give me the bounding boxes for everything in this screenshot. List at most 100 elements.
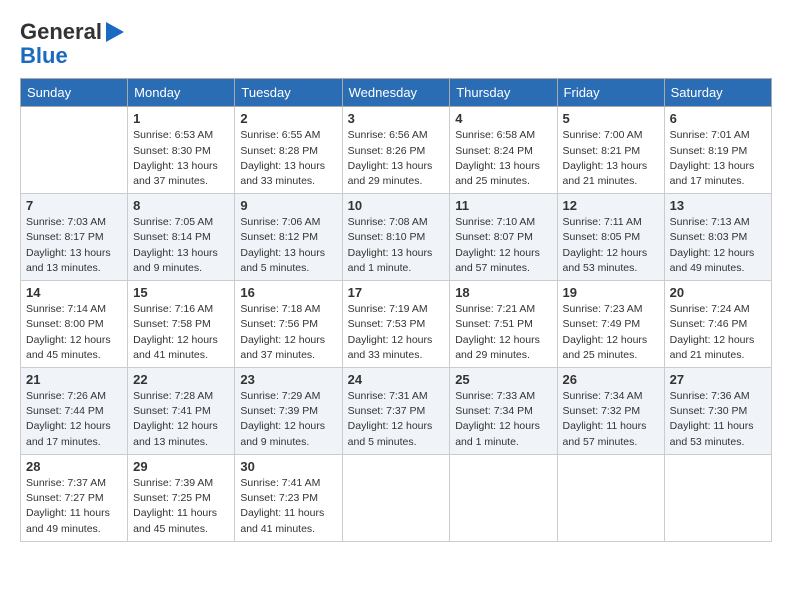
calendar-cell: 29 Sunrise: 7:39 AM Sunset: 7:25 PM Dayli…: [128, 454, 235, 541]
day-info: Sunrise: 7:00 AM Sunset: 8:21 PM Dayligh…: [563, 128, 659, 189]
calendar-cell: 30 Sunrise: 7:41 AM Sunset: 7:23 PM Dayli…: [235, 454, 342, 541]
calendar-cell: 9 Sunrise: 7:06 AM Sunset: 8:12 PM Daylig…: [235, 194, 342, 281]
calendar-cell: 21 Sunrise: 7:26 AM Sunset: 7:44 PM Dayli…: [21, 368, 128, 455]
day-info: Sunrise: 7:28 AM Sunset: 7:41 PM Dayligh…: [133, 389, 229, 450]
day-info: Sunrise: 7:39 AM Sunset: 7:25 PM Dayligh…: [133, 476, 229, 537]
calendar-cell: 14Sunrise: 7:14 AM Sunset: 8:00 PM Dayli…: [21, 281, 128, 368]
calendar-cell: 19 Sunrise: 7:23 AM Sunset: 7:49 PM Dayli…: [557, 281, 664, 368]
day-number: 2: [240, 111, 336, 126]
day-number: 9: [240, 198, 336, 213]
calendar-cell: 15Sunrise: 7:16 AM Sunset: 7:58 PM Dayli…: [128, 281, 235, 368]
logo-blue: Blue: [20, 44, 68, 68]
day-number: 5: [563, 111, 659, 126]
calendar-cell: 7 Sunrise: 7:03 AM Sunset: 8:17 PM Daylig…: [21, 194, 128, 281]
day-number: 30: [240, 459, 336, 474]
calendar-cell: 13Sunrise: 7:13 AM Sunset: 8:03 PM Dayli…: [664, 194, 771, 281]
day-number: 16: [240, 285, 336, 300]
calendar-cell: 6 Sunrise: 7:01 AM Sunset: 8:19 PM Daylig…: [664, 107, 771, 194]
calendar-header-friday: Friday: [557, 79, 664, 107]
calendar-header-saturday: Saturday: [664, 79, 771, 107]
day-number: 12: [563, 198, 659, 213]
day-number: 8: [133, 198, 229, 213]
calendar-header-thursday: Thursday: [450, 79, 557, 107]
calendar-cell: 20 Sunrise: 7:24 AM Sunset: 7:46 PM Dayli…: [664, 281, 771, 368]
calendar-header-monday: Monday: [128, 79, 235, 107]
page-header: General Blue: [20, 20, 772, 68]
day-number: 7: [26, 198, 122, 213]
day-info: Sunrise: 7:36 AM Sunset: 7:30 PM Dayligh…: [670, 389, 766, 450]
calendar-cell: [664, 454, 771, 541]
calendar-header-row: SundayMondayTuesdayWednesdayThursdayFrid…: [21, 79, 772, 107]
calendar-cell: 4 Sunrise: 6:58 AM Sunset: 8:24 PM Daylig…: [450, 107, 557, 194]
calendar-cell: [21, 107, 128, 194]
day-info: Sunrise: 7:03 AM Sunset: 8:17 PM Dayligh…: [26, 215, 122, 276]
day-number: 24: [348, 372, 445, 387]
logo: General Blue: [20, 20, 124, 68]
calendar-cell: 2 Sunrise: 6:55 AM Sunset: 8:28 PM Daylig…: [235, 107, 342, 194]
day-number: 10: [348, 198, 445, 213]
calendar-cell: [342, 454, 450, 541]
day-number: 19: [563, 285, 659, 300]
day-number: 4: [455, 111, 551, 126]
day-info: Sunrise: 7:01 AM Sunset: 8:19 PM Dayligh…: [670, 128, 766, 189]
logo-general: General: [20, 20, 102, 44]
calendar-cell: 11 Sunrise: 7:10 AM Sunset: 8:07 PM Dayli…: [450, 194, 557, 281]
calendar-table: SundayMondayTuesdayWednesdayThursdayFrid…: [20, 78, 772, 541]
day-number: 23: [240, 372, 336, 387]
day-info: Sunrise: 7:21 AM Sunset: 7:51 PM Dayligh…: [455, 302, 551, 363]
day-info: Sunrise: 7:05 AM Sunset: 8:14 PM Dayligh…: [133, 215, 229, 276]
calendar-week-row: 7 Sunrise: 7:03 AM Sunset: 8:17 PM Daylig…: [21, 194, 772, 281]
calendar-cell: 27 Sunrise: 7:36 AM Sunset: 7:30 PM Dayli…: [664, 368, 771, 455]
calendar-cell: 17 Sunrise: 7:19 AM Sunset: 7:53 PM Dayli…: [342, 281, 450, 368]
day-info: Sunrise: 6:55 AM Sunset: 8:28 PM Dayligh…: [240, 128, 336, 189]
day-info: Sunrise: 7:29 AM Sunset: 7:39 PM Dayligh…: [240, 389, 336, 450]
calendar-cell: 28 Sunrise: 7:37 AM Sunset: 7:27 PM Dayli…: [21, 454, 128, 541]
calendar-week-row: 14Sunrise: 7:14 AM Sunset: 8:00 PM Dayli…: [21, 281, 772, 368]
day-number: 11: [455, 198, 551, 213]
day-info: Sunrise: 7:23 AM Sunset: 7:49 PM Dayligh…: [563, 302, 659, 363]
day-info: Sunrise: 7:08 AM Sunset: 8:10 PM Dayligh…: [348, 215, 445, 276]
calendar-cell: 26Sunrise: 7:34 AM Sunset: 7:32 PM Dayli…: [557, 368, 664, 455]
day-info: Sunrise: 7:16 AM Sunset: 7:58 PM Dayligh…: [133, 302, 229, 363]
day-info: Sunrise: 6:53 AM Sunset: 8:30 PM Dayligh…: [133, 128, 229, 189]
day-info: Sunrise: 7:33 AM Sunset: 7:34 PM Dayligh…: [455, 389, 551, 450]
calendar-week-row: 1 Sunrise: 6:53 AM Sunset: 8:30 PM Daylig…: [21, 107, 772, 194]
calendar-cell: 1 Sunrise: 6:53 AM Sunset: 8:30 PM Daylig…: [128, 107, 235, 194]
day-number: 13: [670, 198, 766, 213]
calendar-cell: 5 Sunrise: 7:00 AM Sunset: 8:21 PM Daylig…: [557, 107, 664, 194]
day-info: Sunrise: 7:14 AM Sunset: 8:00 PM Dayligh…: [26, 302, 122, 363]
day-number: 29: [133, 459, 229, 474]
day-number: 20: [670, 285, 766, 300]
day-number: 17: [348, 285, 445, 300]
calendar-header-tuesday: Tuesday: [235, 79, 342, 107]
day-info: Sunrise: 7:24 AM Sunset: 7:46 PM Dayligh…: [670, 302, 766, 363]
day-info: Sunrise: 7:26 AM Sunset: 7:44 PM Dayligh…: [26, 389, 122, 450]
day-number: 28: [26, 459, 122, 474]
calendar-cell: 22 Sunrise: 7:28 AM Sunset: 7:41 PM Dayli…: [128, 368, 235, 455]
day-info: Sunrise: 7:41 AM Sunset: 7:23 PM Dayligh…: [240, 476, 336, 537]
day-info: Sunrise: 6:56 AM Sunset: 8:26 PM Dayligh…: [348, 128, 445, 189]
calendar-cell: [450, 454, 557, 541]
calendar-week-row: 21 Sunrise: 7:26 AM Sunset: 7:44 PM Dayli…: [21, 368, 772, 455]
calendar-cell: 18 Sunrise: 7:21 AM Sunset: 7:51 PM Dayli…: [450, 281, 557, 368]
day-number: 22: [133, 372, 229, 387]
calendar-cell: 23 Sunrise: 7:29 AM Sunset: 7:39 PM Dayli…: [235, 368, 342, 455]
day-info: Sunrise: 7:37 AM Sunset: 7:27 PM Dayligh…: [26, 476, 122, 537]
day-number: 18: [455, 285, 551, 300]
day-info: Sunrise: 6:58 AM Sunset: 8:24 PM Dayligh…: [455, 128, 551, 189]
calendar-week-row: 28 Sunrise: 7:37 AM Sunset: 7:27 PM Dayli…: [21, 454, 772, 541]
day-info: Sunrise: 7:11 AM Sunset: 8:05 PM Dayligh…: [563, 215, 659, 276]
day-info: Sunrise: 7:34 AM Sunset: 7:32 PM Dayligh…: [563, 389, 659, 450]
day-number: 25: [455, 372, 551, 387]
day-info: Sunrise: 7:06 AM Sunset: 8:12 PM Dayligh…: [240, 215, 336, 276]
day-number: 21: [26, 372, 122, 387]
day-number: 27: [670, 372, 766, 387]
calendar-cell: 10 Sunrise: 7:08 AM Sunset: 8:10 PM Dayli…: [342, 194, 450, 281]
day-number: 3: [348, 111, 445, 126]
day-info: Sunrise: 7:19 AM Sunset: 7:53 PM Dayligh…: [348, 302, 445, 363]
calendar-cell: 3 Sunrise: 6:56 AM Sunset: 8:26 PM Daylig…: [342, 107, 450, 194]
day-number: 6: [670, 111, 766, 126]
day-info: Sunrise: 7:10 AM Sunset: 8:07 PM Dayligh…: [455, 215, 551, 276]
day-info: Sunrise: 7:31 AM Sunset: 7:37 PM Dayligh…: [348, 389, 445, 450]
day-number: 1: [133, 111, 229, 126]
